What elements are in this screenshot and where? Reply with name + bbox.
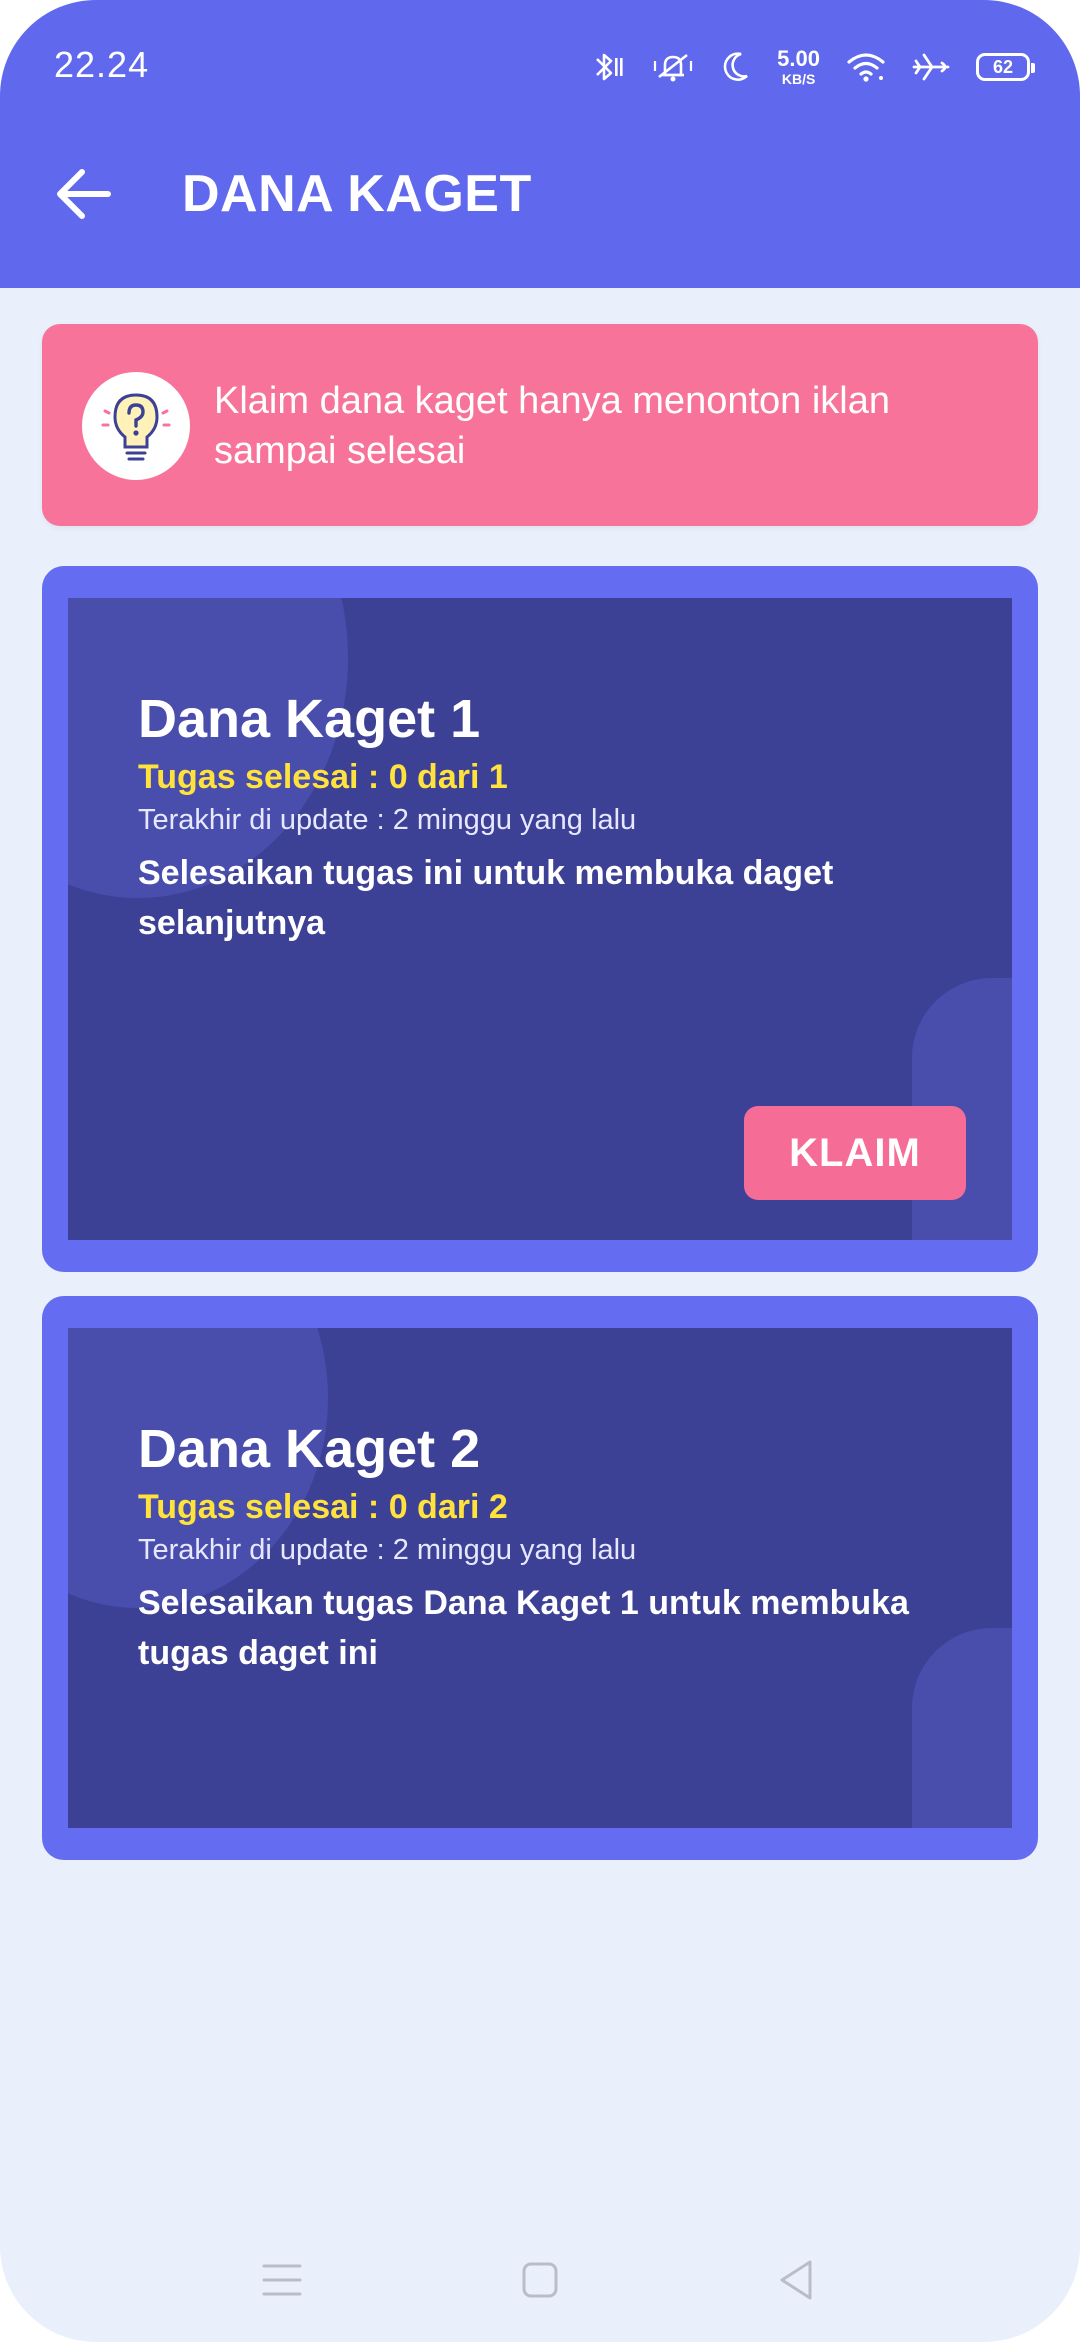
app-header: 22.24 5.00 KB/S 62 DANA KAGET [0,0,1080,288]
phone-screen: 22.24 5.00 KB/S 62 DANA KAGET Klaim dana… [0,0,1080,2342]
nav-menu-button[interactable] [242,2240,322,2320]
back-button[interactable] [48,158,120,230]
card-title: Dana Kaget 1 [138,689,481,749]
lightbulb-question-icon [82,372,190,480]
card-progress: Tugas selesai : 0 dari 1 [138,758,508,796]
card-description: Selesaikan tugas ini untuk membuka daget… [138,854,834,942]
net-speed-unit: KB/S [781,71,816,87]
net-speed-value: 5.00 [777,46,820,71]
page-title: DANA KAGET [182,165,532,223]
banner-text: Klaim dana kaget hanya menonton iklan sa… [214,380,891,472]
moon-icon [723,52,749,81]
status-time: 22.24 [54,44,150,85]
claim-button[interactable]: KLAIM [744,1106,966,1200]
nav-back-button[interactable] [756,2240,836,2320]
vibrate-icon [654,53,693,82]
status-icons: 5.00 KB/S 62 [589,42,1035,92]
network-speed: 5.00 KB/S [777,46,820,87]
card-body: Dana Kaget 1 Tugas selesai : 0 dari 1 Te… [68,598,1012,1240]
card-updated: Terakhir di update : 2 minggu yang lalu [138,804,637,836]
card-title: Dana Kaget 2 [138,1419,481,1479]
dana-kaget-card: Dana Kaget 2 Tugas selesai : 0 dari 2 Te… [42,1296,1038,1860]
card-description: Selesaikan tugas Dana Kaget 1 untuk memb… [138,1584,909,1672]
bluetooth-icon [596,53,623,81]
home-icon [522,2262,558,2298]
card-progress: Tugas selesai : 0 dari 2 [138,1488,508,1526]
system-nav-bar [0,2220,1080,2330]
wifi-icon [847,53,885,82]
menu-icon [262,2264,302,2296]
nav-home-button[interactable] [500,2240,580,2320]
battery-icon: 62 [976,53,1035,81]
arrow-left-icon [57,169,111,219]
airplane-icon [912,53,950,81]
back-triangle-icon [780,2260,812,2300]
card-updated: Terakhir di update : 2 minggu yang lalu [138,1534,637,1566]
card-body: Dana Kaget 2 Tugas selesai : 0 dari 2 Te… [68,1328,1012,1828]
dana-kaget-card: Dana Kaget 1 Tugas selesai : 0 dari 1 Te… [42,566,1038,1272]
info-banner: Klaim dana kaget hanya menonton iklan sa… [42,324,1038,526]
